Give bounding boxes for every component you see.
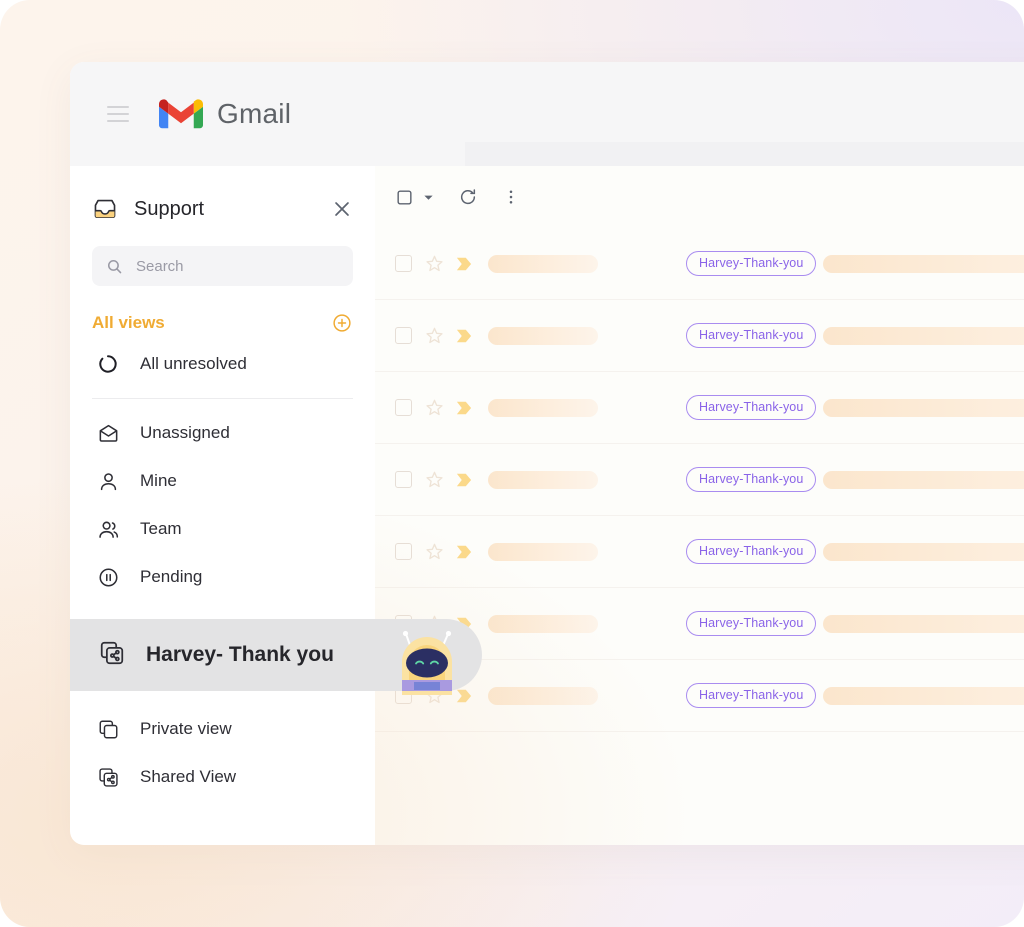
pause-circle-icon xyxy=(96,566,120,589)
sender-placeholder xyxy=(488,399,598,417)
divider xyxy=(92,398,353,399)
status-badge[interactable]: Harvey-Thank-you xyxy=(686,323,816,348)
all-views-section-header: All views xyxy=(92,312,353,334)
table-row[interactable]: Harvey-Thank-you xyxy=(375,228,1024,300)
person-icon xyxy=(96,470,120,493)
checkbox-icon[interactable] xyxy=(395,543,412,560)
brand: Gmail xyxy=(159,97,291,131)
mail-list-panel: Harvey-Thank-you Harvey-Thank-you Harvey-T… xyxy=(375,166,1024,845)
sender-placeholder xyxy=(488,327,598,345)
important-marker-icon[interactable] xyxy=(455,256,473,272)
plus-circle-icon[interactable] xyxy=(331,312,353,334)
sidebar-item-label: Harvey- Thank you xyxy=(146,643,334,667)
star-icon[interactable] xyxy=(425,470,444,489)
sidebar-item-label: Shared View xyxy=(140,767,236,787)
refresh-button[interactable] xyxy=(458,187,478,207)
checkbox-icon[interactable] xyxy=(395,327,412,344)
people-icon xyxy=(96,518,120,541)
status-badge[interactable]: Harvey-Thank-you xyxy=(686,611,816,636)
sidebar-item-label: Team xyxy=(140,519,182,539)
sender-placeholder xyxy=(488,471,598,489)
gmail-window: Gmail label:Support/t-Harvey-Thank-You xyxy=(70,62,1024,845)
search-icon xyxy=(106,258,123,275)
checkbox-icon[interactable] xyxy=(395,255,412,272)
top-bar: Gmail label:Support/t-Harvey-Thank-You xyxy=(70,62,1024,166)
status-badge[interactable]: Harvey-Thank-you xyxy=(686,467,816,492)
hamburger-menu-icon[interactable] xyxy=(107,106,129,122)
sidebar-item-label: Pending xyxy=(140,567,202,587)
shared-view-icon xyxy=(98,639,126,672)
important-marker-icon[interactable] xyxy=(455,400,473,416)
page-backdrop: Gmail label:Support/t-Harvey-Thank-You xyxy=(0,0,1024,927)
checkbox-icon[interactable] xyxy=(395,471,412,488)
subject-placeholder xyxy=(823,687,1024,705)
circle-outline-icon xyxy=(96,353,120,375)
inbox-icon xyxy=(92,196,118,222)
select-all-button[interactable] xyxy=(395,188,434,207)
page-title: Support xyxy=(134,198,331,221)
sidebar-search-placeholder: Search xyxy=(136,258,184,275)
table-row[interactable]: Harvey-Thank-you xyxy=(375,444,1024,516)
table-row[interactable]: Harvey-Thank-you xyxy=(375,300,1024,372)
sidebar: Support Search All views xyxy=(70,166,375,845)
sender-placeholder xyxy=(488,687,598,705)
sidebar-item-shared-view[interactable]: Shared View xyxy=(70,753,375,801)
sidebar-item-team[interactable]: Team xyxy=(70,505,375,553)
status-badge[interactable]: Harvey-Thank-you xyxy=(686,539,816,564)
table-row[interactable]: Harvey-Thank-you xyxy=(375,372,1024,444)
robot-mascot-icon xyxy=(392,630,462,700)
sidebar-header: Support xyxy=(70,186,375,232)
close-icon[interactable] xyxy=(331,198,353,220)
sidebar-item-harvey-thank-you[interactable]: Harvey- Thank you xyxy=(70,619,482,691)
sidebar-item-pending[interactable]: Pending xyxy=(70,553,375,601)
list-toolbar xyxy=(375,166,1024,228)
refresh-icon xyxy=(458,187,478,207)
star-icon[interactable] xyxy=(425,254,444,273)
star-icon[interactable] xyxy=(425,326,444,345)
subject-placeholder xyxy=(823,471,1024,489)
star-icon[interactable] xyxy=(425,398,444,417)
table-row[interactable]: Harvey-Thank-you xyxy=(375,516,1024,588)
window-body: Support Search All views xyxy=(70,166,1024,845)
subject-placeholder xyxy=(823,255,1024,273)
important-marker-icon[interactable] xyxy=(455,472,473,488)
sidebar-item-mine[interactable]: Mine xyxy=(70,457,375,505)
sender-placeholder xyxy=(488,255,598,273)
chevron-down-icon xyxy=(423,192,434,203)
more-options-button[interactable] xyxy=(502,188,520,206)
copy-icon xyxy=(96,718,120,741)
subject-placeholder xyxy=(823,543,1024,561)
status-badge[interactable]: Harvey-Thank-you xyxy=(686,251,816,276)
subject-placeholder xyxy=(823,399,1024,417)
checkbox-icon[interactable] xyxy=(395,399,412,416)
sender-placeholder xyxy=(488,615,598,633)
sidebar-item-label: All unresolved xyxy=(140,354,247,374)
all-views-label: All views xyxy=(92,313,331,333)
brand-name: Gmail xyxy=(217,98,291,130)
sidebar-item-label: Mine xyxy=(140,471,177,491)
sidebar-item-all-unresolved[interactable]: All unresolved xyxy=(70,340,375,388)
gmail-logo-icon xyxy=(159,97,203,131)
subject-placeholder xyxy=(823,327,1024,345)
sidebar-item-label: Unassigned xyxy=(140,423,230,443)
sidebar-item-private-view[interactable]: Private view xyxy=(70,705,375,753)
shared-view-icon xyxy=(96,766,120,789)
sidebar-item-label: Private view xyxy=(140,719,232,739)
status-badge[interactable]: Harvey-Thank-you xyxy=(686,683,816,708)
status-badge[interactable]: Harvey-Thank-you xyxy=(686,395,816,420)
sidebar-search-input[interactable]: Search xyxy=(92,246,353,286)
checkbox-icon xyxy=(395,188,414,207)
important-marker-icon[interactable] xyxy=(455,544,473,560)
subject-placeholder xyxy=(823,615,1024,633)
more-vertical-icon xyxy=(502,188,520,206)
sidebar-item-unassigned[interactable]: Unassigned xyxy=(70,409,375,457)
important-marker-icon[interactable] xyxy=(455,328,473,344)
sender-placeholder xyxy=(488,543,598,561)
envelope-icon xyxy=(96,422,120,445)
star-icon[interactable] xyxy=(425,542,444,561)
